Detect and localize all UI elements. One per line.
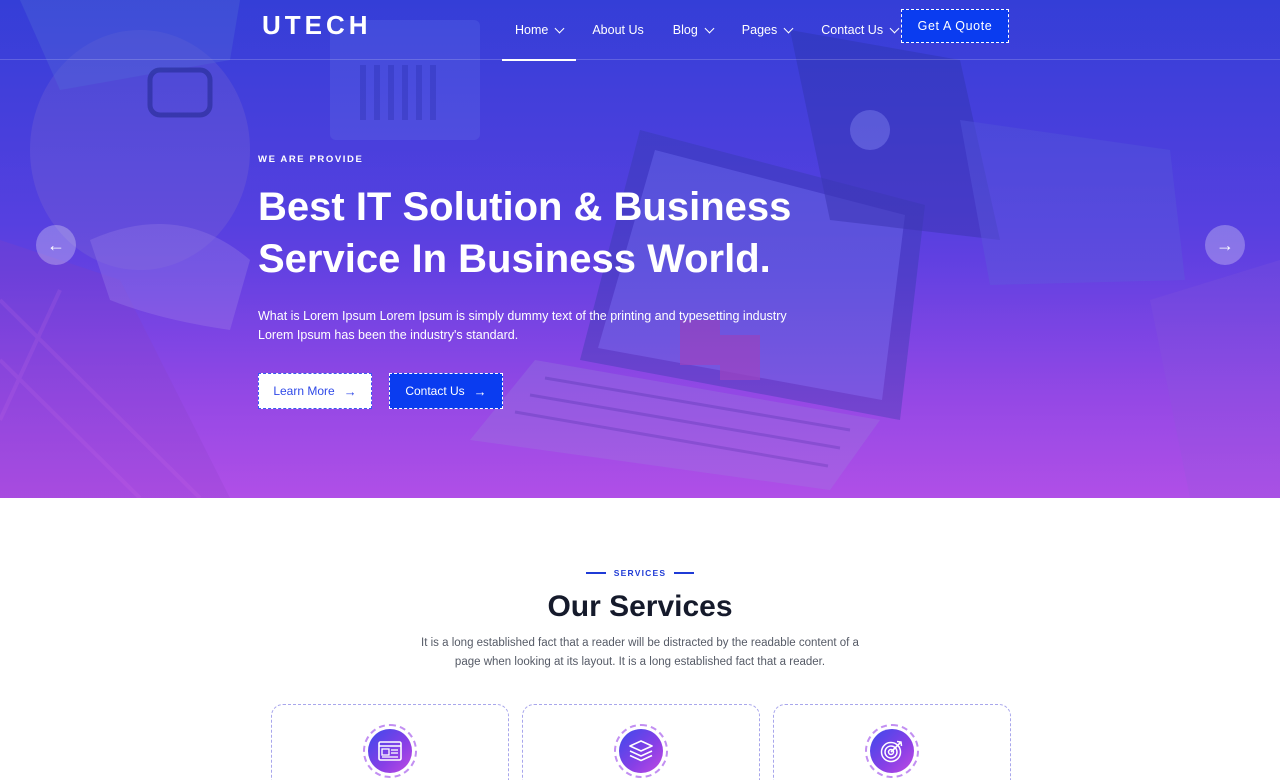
nav-label: About Us: [592, 23, 644, 37]
get-a-quote-button[interactable]: Get A Quote: [901, 9, 1009, 43]
arrow-right-icon: →: [473, 383, 487, 399]
main-nav: Home About Us Blog Pages Contact Us: [501, 0, 927, 61]
chevron-down-icon: [783, 23, 794, 33]
service-card[interactable]: [773, 704, 1011, 780]
nav-label: Blog: [672, 23, 698, 37]
hero-description: What is Lorem Ipsum Lorem Ipsum is simpl…: [258, 309, 787, 342]
chevron-down-icon: [554, 23, 565, 33]
logo[interactable]: UTECH: [262, 10, 372, 41]
service-card[interactable]: [522, 704, 760, 780]
hero-content: WE ARE PROVIDE Best IT Solution & Busine…: [258, 154, 818, 409]
learn-more-button[interactable]: Learn More →: [258, 373, 372, 409]
contact-us-button[interactable]: Contact Us →: [389, 373, 503, 409]
navbar: UTECH Home About Us Blog Pages Contact U…: [0, 0, 1280, 61]
hero-eyebrow: WE ARE PROVIDE: [258, 154, 364, 165]
section-tag-label: SERVICES: [613, 568, 667, 578]
target-icon: [865, 724, 919, 778]
browser-window-icon: [363, 724, 417, 778]
nav-item-about-us[interactable]: About Us: [592, 0, 643, 60]
arrow-right-icon[interactable]: →: [1205, 225, 1245, 265]
arrow-right-icon: →: [343, 383, 357, 399]
contact-us-label: Contact Us: [405, 384, 465, 398]
section-title: Our Services: [547, 590, 733, 623]
learn-more-label: Learn More: [273, 384, 335, 398]
nav-label: Pages: [741, 23, 778, 37]
chevron-down-icon: [889, 23, 900, 33]
nav-item-pages[interactable]: Pages: [741, 0, 794, 60]
hero-section: UTECH Home About Us Blog Pages Contact U…: [0, 0, 1280, 498]
nav-label: Contact Us: [821, 23, 884, 37]
nav-item-blog[interactable]: Blog: [672, 0, 715, 60]
section-tag: SERVICES: [0, 568, 1280, 578]
nav-label: Home: [515, 23, 549, 37]
services-section: SERVICES Our Services It is a long estab…: [0, 498, 1280, 780]
arrow-left-icon[interactable]: ←: [36, 225, 76, 265]
tag-line-left: [585, 572, 606, 574]
chevron-down-icon: [704, 23, 715, 33]
layers-icon: [614, 724, 668, 778]
hero-title-line-2: Service In Business World.: [258, 237, 771, 281]
hero-title-line-1: Best IT Solution & Business: [258, 185, 792, 229]
section-description: It is a long established fact that a rea…: [421, 637, 859, 668]
hero-buttons: Learn More → Contact Us →: [258, 373, 818, 409]
nav-item-home[interactable]: Home: [501, 0, 577, 61]
hero-title: Best IT Solution & Business Service In B…: [258, 181, 818, 285]
tag-line-right: [674, 572, 695, 574]
service-card[interactable]: [271, 704, 509, 780]
service-cards: [271, 704, 1011, 780]
nav-item-contact-us[interactable]: Contact Us: [821, 0, 900, 60]
